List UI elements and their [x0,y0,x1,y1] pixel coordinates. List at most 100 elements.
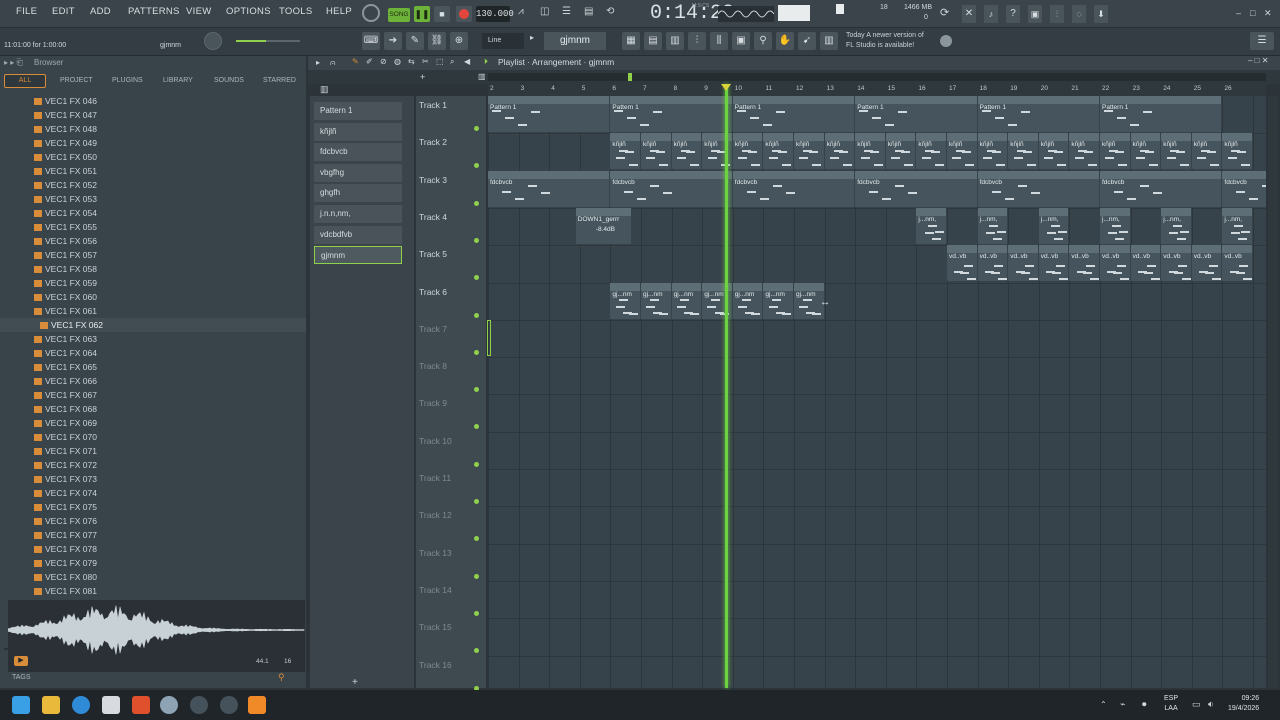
track-label[interactable]: Track 9 [419,398,447,408]
metronome-icon[interactable]: ⩘ [518,6,536,22]
playlist-clip[interactable]: gj...nm [610,282,640,319]
project-info-icon[interactable]: ▥ [820,32,838,50]
news-icon[interactable] [940,35,952,47]
playlist-clip[interactable]: kñjlñ [1161,133,1191,170]
audio-clip[interactable]: DOWN1_gerrr -8.4dB [575,207,631,244]
playlist-clip[interactable]: kñjlñ [610,133,640,170]
track-label[interactable]: Track 11 [419,473,451,483]
step-edit-icon[interactable]: ▤ [584,6,602,22]
record-button[interactable] [456,6,472,22]
track-label[interactable]: Track 3 [419,175,447,185]
track-mute-led-icon[interactable] [474,610,479,616]
playlist-clip[interactable]: vd..vb [1222,245,1252,282]
track-label[interactable]: Track 6 [419,287,447,297]
snap-select[interactable]: Line [482,33,524,49]
browser-item[interactable]: VEC1 FX 073 [34,474,97,484]
render-icon[interactable]: ➹ [798,32,816,50]
playlist-clip[interactable]: Pattern 1 [855,96,977,132]
picker-menu-icon[interactable]: ▥ [320,84,329,95]
display-tray-icon[interactable]: ▭ [1192,699,1201,710]
browser-item[interactable]: VEC1 FX 068 [34,404,97,414]
track-mute-led-icon[interactable] [474,200,479,206]
playlist-clip[interactable]: j...nm, [916,207,946,244]
track-label[interactable]: Track 1 [419,100,447,110]
menu-tools[interactable]: TOOLS [279,6,313,17]
playlist-clip[interactable]: Pattern 1 [1100,96,1222,132]
browser-item[interactable]: VEC1 FX 071 [34,446,97,456]
track-mute-led-icon[interactable] [474,573,479,579]
browser-item[interactable]: VEC1 FX 066 [34,376,97,386]
playlist-clip[interactable]: fdcbvcb [1222,170,1266,207]
browser-item[interactable]: VEC1 FX 056 [34,236,97,246]
playlist-clip[interactable]: Pattern 1 [732,96,855,132]
playlist-clip[interactable]: kñjlñ [1069,133,1099,170]
track-label[interactable]: Track 7 [419,324,447,334]
track-label[interactable]: Track 16 [419,660,452,670]
track-mute-led-icon[interactable] [474,461,479,467]
typing-keyboard-icon[interactable]: ⌨ [362,32,380,50]
playlist-clip[interactable]: kñjlñ [977,133,1008,170]
playlist-clip[interactable]: j...nm, [977,207,1008,244]
browser-item[interactable]: VEC1 FX 078 [34,544,97,554]
menu-toggle-icon[interactable]: ☰ [1250,32,1274,50]
playlist-clip[interactable]: fdcbvcb [855,170,977,207]
track-mute-led-icon[interactable] [474,163,479,169]
channel-rack-icon[interactable]: ▥ [666,32,684,50]
refresh-icon[interactable]: ⟳ [940,6,956,22]
pause-button[interactable]: ❚❚ [414,6,430,22]
track-mute-led-icon[interactable] [474,275,479,281]
playlist-clip[interactable]: fdcbvcb [488,170,610,207]
mixer-view-icon[interactable]: ⫶ [688,32,706,50]
playlist-clip[interactable]: vd..vb [1161,245,1191,282]
magnet-icon[interactable]: ⩀ [330,58,336,68]
browser-item[interactable]: VEC1 FX 054 [34,208,97,218]
picker-pattern[interactable]: gjmnm [314,246,402,265]
track-mute-led-icon[interactable] [474,237,479,243]
delete-tool-icon[interactable]: ⊘ [380,57,387,66]
browser-item[interactable]: VEC1 FX 048 [34,124,97,134]
maximize-icon[interactable]: □ [1250,8,1260,18]
browser-item[interactable]: VEC1 FX 051 [34,166,97,176]
wait-input-icon[interactable]: ◫ [540,6,558,22]
browser-item[interactable]: VEC1 FX 063 [34,334,97,344]
browser-item[interactable]: VEC1 FX 072 [34,460,97,470]
picker-pattern[interactable]: ghgfh [314,184,402,203]
store-icon[interactable] [102,696,120,714]
browser-item[interactable]: VEC1 FX 074 [34,488,97,498]
playlist-clip[interactable]: Pattern 1 [977,96,1099,132]
browser-item[interactable]: VEC1 FX 080 [34,572,97,582]
slice-tool-icon[interactable]: ✂ [422,57,429,66]
playhead-marker-icon[interactable] [721,84,731,91]
playlist-clip[interactable]: kñjlñ [824,133,855,170]
menu-help[interactable]: HELP [326,6,352,17]
track-mute-led-icon[interactable] [474,536,479,542]
windows-start-icon[interactable] [12,696,30,714]
track-mute-led-icon[interactable] [474,648,479,654]
zoom-tool-icon[interactable]: ⌕ [450,57,454,67]
playlist-clip[interactable]: kñjlñ [794,133,824,170]
steam-icon[interactable] [220,696,238,714]
link-icon[interactable]: ⛓ [428,32,446,50]
add-track-icon[interactable]: + [420,72,425,82]
playlist-clip[interactable]: vd..vb [1130,245,1161,282]
fl-studio-taskbar-icon[interactable] [248,696,266,714]
picker-pattern[interactable]: vdcbdfvb [314,225,402,244]
playlist-clip[interactable]: Pattern 1 [488,96,610,132]
track-label[interactable]: Track 8 [419,361,447,371]
pencil-tool-icon[interactable]: ✎ [352,57,359,66]
menu-patterns[interactable]: PATTERNS [128,6,180,17]
playlist-window-controls[interactable]: – □ ✕ [1248,56,1268,65]
countdown-icon[interactable]: ☰ [562,6,580,22]
track-label[interactable]: Track 12 [419,510,452,520]
next-icon[interactable]: ➔ [384,32,402,50]
browser-item[interactable]: VEC1 FX 057 [34,250,97,260]
browser-item[interactable]: VEC1 FX 069 [34,418,97,428]
playlist-clip[interactable]: kñjlñ [1038,133,1069,170]
play-preview-icon[interactable]: ▶ [14,656,28,666]
playlist-clip[interactable]: kñjlñ [1100,133,1130,170]
volume-tray-icon[interactable]: 🔉︎ [1208,699,1214,710]
menu-view[interactable]: VIEW [186,6,211,17]
playlist-clip[interactable]: j...nm, [1038,207,1069,244]
browser-item[interactable]: VEC1 FX 060 [34,292,97,302]
playlist-clip[interactable]: vd..vb [947,245,977,282]
